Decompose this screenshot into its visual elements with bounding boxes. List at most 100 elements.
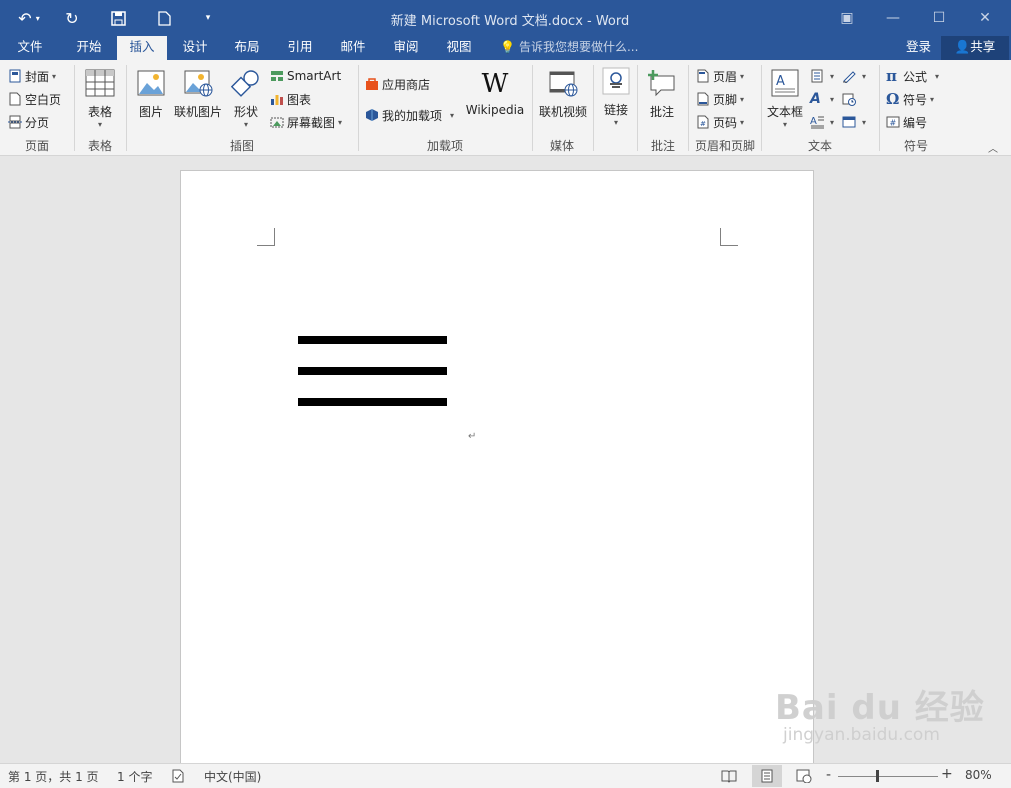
close-icon: ✕: [979, 10, 991, 26]
store-label: 应用商店: [382, 77, 431, 92]
date-time-button[interactable]: [842, 89, 859, 109]
svg-text:A: A: [810, 116, 817, 127]
save-button[interactable]: [102, 0, 134, 36]
pi-icon: π: [886, 67, 897, 85]
collapse-ribbon-icon[interactable]: ︿: [988, 140, 998, 155]
blank-page-button[interactable]: 空白页: [8, 89, 61, 109]
maximize-button[interactable]: ☐: [916, 0, 962, 36]
tab-mailings[interactable]: 邮件: [329, 36, 377, 60]
read-mode-icon[interactable]: [721, 769, 737, 786]
customize-qat-button[interactable]: ▾: [196, 0, 220, 36]
wordart-button[interactable]: A ▾: [810, 89, 834, 109]
blank-page-label: 空白页: [25, 92, 62, 107]
group-label-media: 媒体: [549, 139, 574, 153]
wordart-icon: A: [810, 91, 821, 107]
smartart-button[interactable]: SmartArt: [270, 66, 341, 86]
tab-design[interactable]: 设计: [171, 36, 219, 60]
number-label: 编号: [903, 115, 928, 130]
watermark-brand: Bai du 经验: [775, 688, 985, 728]
cover-page-icon: [8, 69, 22, 83]
new-comment-icon: [646, 68, 678, 100]
tab-review[interactable]: 审阅: [382, 36, 430, 60]
redo-button[interactable]: ↻: [56, 0, 88, 36]
tab-references[interactable]: 引用: [276, 36, 324, 60]
online-picture-button[interactable]: 联机图片: [172, 68, 224, 120]
smartart-icon: [270, 69, 284, 83]
sign-in-link[interactable]: 登录: [906, 36, 931, 60]
document-page[interactable]: ↵: [180, 170, 814, 770]
customize-qat-icon: ▾: [205, 13, 211, 23]
page-break-label: 分页: [25, 115, 50, 130]
shapes-button[interactable]: 形状 ▾: [228, 68, 264, 129]
svg-text:#: #: [890, 119, 897, 128]
textbox-button[interactable]: A 文本框 ▾: [764, 68, 806, 129]
page-number-button[interactable]: # 页码 ▾: [696, 112, 744, 132]
minimize-icon: —: [886, 10, 900, 26]
zoom-slider-track[interactable]: [838, 776, 938, 777]
chart-button[interactable]: 图表: [270, 89, 311, 109]
tab-layout[interactable]: 布局: [223, 36, 271, 60]
tab-file[interactable]: 文件: [6, 36, 54, 60]
word-count[interactable]: 1 个字: [117, 768, 152, 785]
web-layout-icon[interactable]: [796, 769, 812, 786]
blank-page-icon: [8, 92, 22, 106]
language-indicator[interactable]: 中文(中国): [204, 768, 261, 785]
undo-button[interactable]: ↶ ▾: [10, 0, 48, 36]
person-add-icon: 👤: [954, 39, 971, 54]
tab-view[interactable]: 视图: [435, 36, 483, 60]
title-bar: ↶ ▾ ↻ ▾ 新建 Microsoft Word 文档.docx - Word …: [0, 0, 1011, 36]
zoom-in-button[interactable]: +: [941, 766, 953, 782]
drop-cap-icon: A: [810, 115, 824, 129]
print-layout-icon[interactable]: [752, 765, 782, 787]
comment-button[interactable]: 批注: [643, 68, 681, 120]
footer-button[interactable]: 页脚 ▾: [696, 89, 744, 109]
wikipedia-button[interactable]: W Wikipedia: [464, 68, 526, 117]
tab-insert[interactable]: 插入: [117, 36, 167, 60]
new-doc-icon: [157, 10, 171, 26]
tell-me-box[interactable]: 💡 告诉我您想要做什么...: [500, 36, 638, 60]
horizontal-line[interactable]: [298, 398, 447, 406]
screenshot-icon: [270, 115, 284, 129]
drop-cap-button[interactable]: A ▾: [810, 112, 834, 132]
page-break-button[interactable]: 分页: [8, 112, 49, 132]
link-icon: [600, 66, 632, 98]
online-video-icon: [547, 68, 579, 100]
chart-label: 图表: [287, 92, 312, 107]
equation-label: 公式: [903, 69, 928, 84]
tab-home[interactable]: 开始: [63, 36, 115, 60]
zoom-out-button[interactable]: -: [826, 767, 831, 783]
group-label-addins: 加载项: [426, 139, 463, 153]
link-button[interactable]: 链接 ▾: [598, 66, 634, 127]
proofing-icon[interactable]: [171, 769, 185, 786]
wikipedia-label: Wikipedia: [465, 103, 525, 117]
horizontal-line[interactable]: [298, 336, 447, 344]
horizontal-line[interactable]: [298, 367, 447, 375]
minimize-button[interactable]: —: [870, 0, 916, 36]
symbol-button[interactable]: Ω 符号 ▾: [886, 89, 934, 109]
group-separator: [593, 65, 594, 151]
store-button[interactable]: 应用商店: [365, 74, 430, 94]
new-doc-button[interactable]: [148, 0, 180, 36]
close-button[interactable]: ✕: [962, 0, 1008, 36]
object-button[interactable]: ▾: [842, 112, 866, 132]
my-addins-button[interactable]: 我的加载项 ▾: [365, 105, 454, 125]
zoom-slider-thumb[interactable]: [876, 770, 879, 782]
quick-parts-button[interactable]: ▾: [810, 66, 834, 86]
store-icon: [365, 77, 379, 91]
share-button[interactable]: 👤共享: [941, 36, 1009, 60]
number-button[interactable]: # 编号: [886, 112, 927, 132]
header-button[interactable]: 页眉 ▾: [696, 66, 744, 86]
group-label-text: 文本: [807, 139, 832, 153]
cover-page-button[interactable]: 封面 ▾: [8, 66, 56, 86]
document-canvas: ↵: [0, 156, 1011, 770]
online-video-button[interactable]: 联机视频: [536, 68, 590, 120]
picture-button[interactable]: 图片: [132, 68, 170, 120]
zoom-level[interactable]: 80%: [965, 768, 992, 782]
equation-button[interactable]: π 公式 ▾: [886, 66, 939, 86]
screenshot-button[interactable]: 屏幕截图 ▾: [270, 112, 342, 132]
footer-icon: [696, 92, 710, 106]
signature-line-button[interactable]: ▾: [842, 66, 866, 86]
table-button[interactable]: 表格 ▾: [80, 68, 120, 129]
ribbon-display-options-button[interactable]: ▣: [824, 0, 870, 36]
page-count[interactable]: 第 1 页，共 1 页: [8, 768, 99, 785]
